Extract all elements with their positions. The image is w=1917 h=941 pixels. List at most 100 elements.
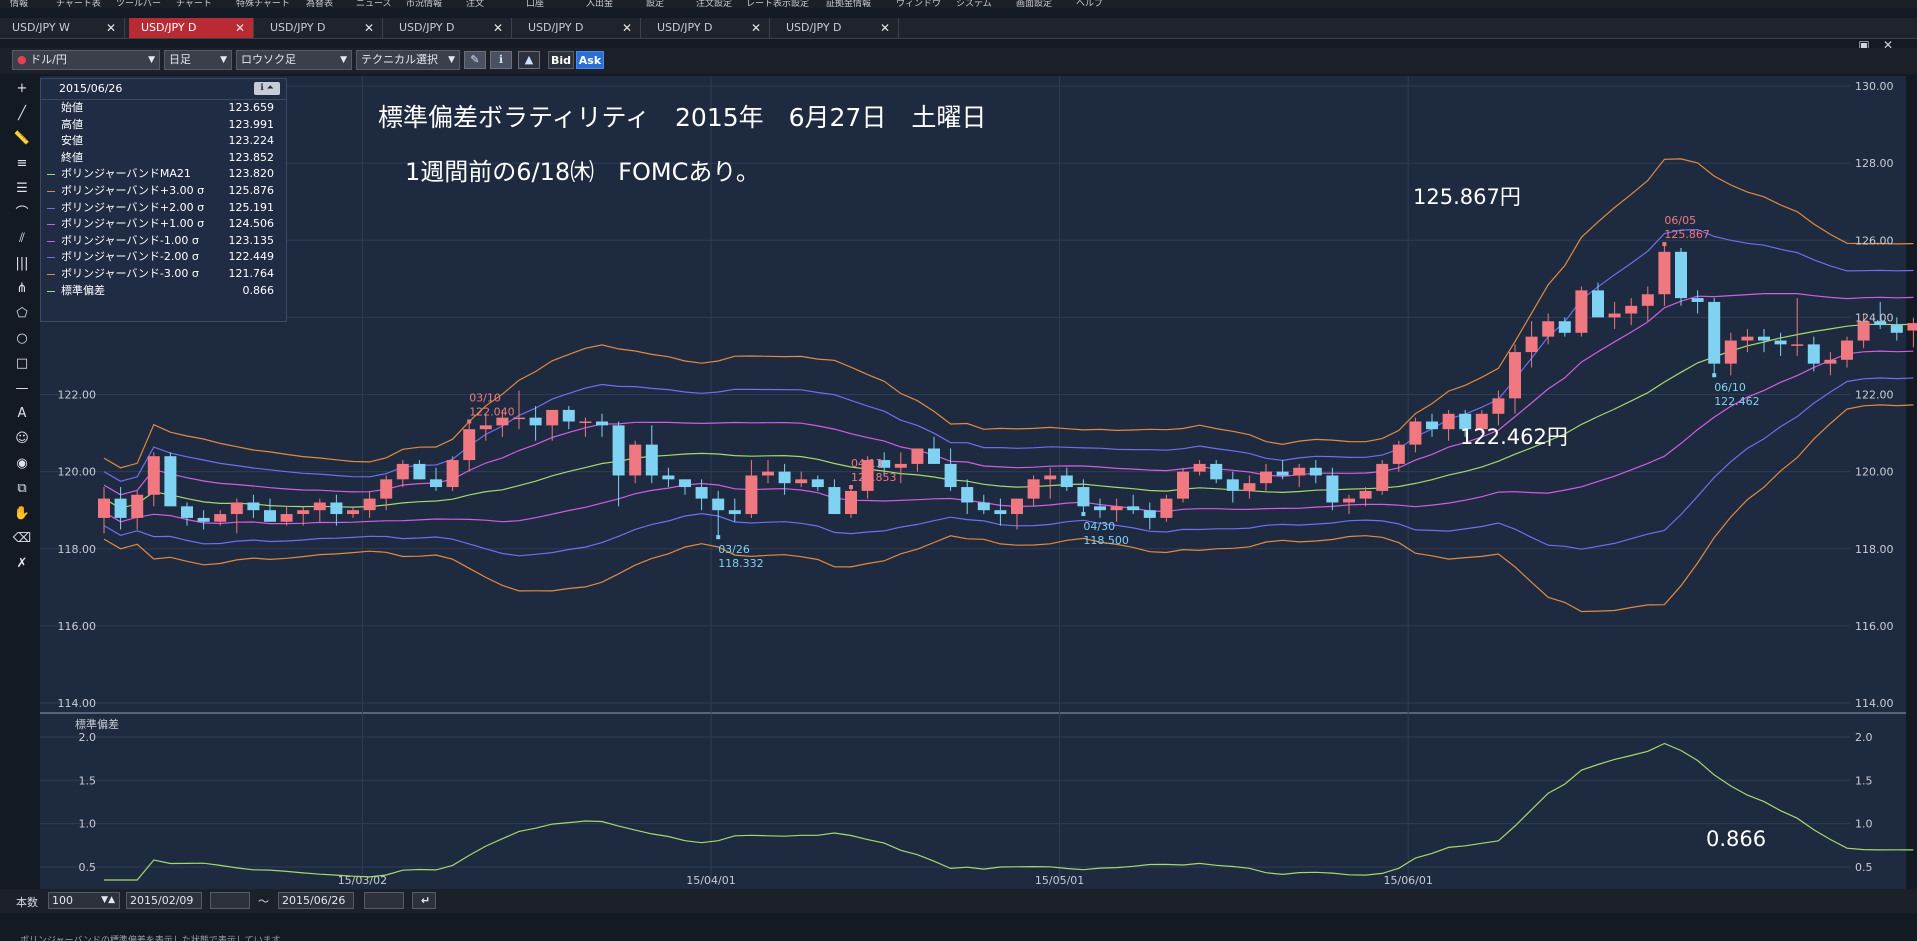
point-value: 118.332	[718, 557, 764, 570]
candle-body	[1376, 463, 1389, 491]
date-from-input[interactable]: 2015/02/09	[126, 892, 202, 909]
info-row-value: 125.191	[228, 200, 275, 214]
info-row-value: 122.449	[228, 250, 275, 264]
low-price-annotation[interactable]: 122.462円	[1460, 421, 1568, 451]
candle-body	[911, 448, 924, 464]
candle-body	[894, 463, 907, 468]
candle-body	[1558, 321, 1571, 333]
candle-body	[529, 417, 542, 426]
date-tick: 15/06/01	[1383, 874, 1432, 887]
point-value: 125.867	[1664, 228, 1710, 241]
info-row-value: 123.991	[228, 117, 275, 131]
stddev-tick-right: 1.0	[1855, 818, 1873, 831]
info-row-label: ボリンジャーバンド-2.00 σ	[61, 250, 199, 264]
candle-body	[1741, 336, 1754, 341]
candle-body	[479, 425, 492, 430]
stddev-tick-left: 1.5	[79, 774, 97, 787]
info-row: ボリンジャーバンド-1.00 σ 123.135	[41, 233, 286, 250]
candle-body	[1127, 506, 1140, 511]
stddev-tick-right: 0.5	[1855, 861, 1873, 874]
point-value: 122.462	[1714, 395, 1760, 408]
info-row: ボリンジャーバンド+2.00 σ 125.191	[41, 200, 286, 217]
candle-body	[1392, 444, 1405, 464]
chart-subtitle-annotation[interactable]: 1週間前の6/18㈭ FOMCあり。	[405, 152, 760, 187]
spin-arrows-icon[interactable]: ▼▲	[101, 893, 115, 908]
time-to-input[interactable]	[364, 892, 404, 909]
info-row: 安値 123.224	[41, 133, 286, 150]
stddev-tick-left: 1.0	[79, 818, 97, 831]
info-date: 2015/06/26	[59, 82, 123, 95]
candle-body	[1260, 471, 1272, 484]
info-row-label: ボリンジャーバンド-1.00 σ	[61, 233, 199, 247]
ohlc-info-panel: 2015/06/26 ℹ ⏶ 始値 123.659 高値 123.991 安値 123.2…	[40, 78, 287, 322]
high-price-annotation[interactable]: 125.867円	[1413, 181, 1521, 211]
candle-body	[164, 456, 177, 507]
candle-body	[1542, 321, 1555, 337]
point-value: 122.040	[469, 405, 515, 418]
time-from-input[interactable]	[210, 892, 250, 909]
candle-body	[1110, 506, 1123, 511]
extreme-marker	[1712, 373, 1717, 378]
date-to-input[interactable]: 2015/06/26	[278, 892, 354, 909]
candle-body	[313, 502, 326, 511]
range-tilde: ～	[258, 895, 269, 908]
candle-body	[297, 510, 310, 515]
candle-body	[1160, 498, 1173, 518]
candle-body	[197, 517, 210, 522]
candle-body	[98, 498, 110, 518]
bar-count-input[interactable]: 100 ▼▲	[48, 892, 120, 909]
date-to-value: 2015/06/26	[282, 894, 346, 907]
candle-body	[1592, 290, 1604, 318]
candle-body	[114, 498, 127, 518]
candle-body	[562, 409, 575, 422]
candle-body	[1608, 313, 1621, 318]
candle-body	[1525, 336, 1538, 353]
price-tick-right: 124.00	[1855, 311, 1894, 324]
candle-body	[181, 506, 193, 518]
stddev-tick-right: 2.0	[1855, 731, 1873, 744]
candle-body	[928, 448, 940, 464]
extreme-marker	[716, 535, 721, 540]
info-row-label: 終値	[61, 150, 83, 164]
candle-body	[795, 479, 808, 484]
series-swatch	[47, 257, 55, 259]
info-toggle-icon[interactable]: ℹ ⏶	[254, 82, 280, 95]
price-tick-left: 118.00	[58, 543, 97, 556]
extreme-marker	[1662, 242, 1667, 247]
stddev-tick-left: 0.5	[79, 861, 97, 874]
chart-title-annotation[interactable]: 標準偏差ボラティリティ 2015年 6月27日 土曜日	[378, 98, 986, 134]
candle-body	[1824, 359, 1837, 364]
return-icon[interactable]: ↵	[412, 892, 436, 909]
point-value: 120.853	[851, 471, 897, 484]
price-tick-left: 116.00	[58, 620, 97, 633]
candle-body	[1807, 344, 1820, 364]
candle-body	[977, 502, 990, 511]
info-row: 高値 123.991	[41, 117, 286, 134]
candle-body	[1841, 340, 1853, 360]
point-date: 03/26	[718, 543, 750, 556]
stddev-value-annotation[interactable]: 0.866	[1706, 827, 1766, 851]
candle-body	[811, 479, 824, 488]
info-row: 標準偏差 0.866	[41, 283, 286, 300]
info-row-value: 123.135	[228, 233, 275, 247]
candle-body	[961, 487, 974, 503]
candle-body	[1177, 471, 1189, 499]
candle-body	[446, 460, 459, 488]
candle-body	[1293, 467, 1306, 476]
candle-body	[1193, 463, 1206, 472]
price-tick-left: 122.00	[58, 389, 97, 402]
status-bar: 本数 100 ▼▲ 2015/02/09 ～ 2015/06/26 ↵	[0, 889, 1917, 913]
candle-body	[1027, 479, 1040, 499]
candle-body	[1077, 487, 1090, 507]
point-date: 03/10	[469, 391, 501, 404]
candle-body	[1658, 251, 1671, 295]
info-row-label: ボリンジャーバンド+2.00 σ	[61, 200, 205, 214]
price-tick-right: 126.00	[1855, 234, 1894, 247]
chart-area[interactable]: 03/10122.040 03/26118.332 04/13120.853 04/3…	[0, 0, 1917, 941]
candle-body	[347, 510, 359, 515]
date-tick: 15/04/01	[686, 874, 735, 887]
price-tick-right: 118.00	[1855, 543, 1894, 556]
bar-count-value: 100	[52, 894, 73, 907]
candle-body	[1791, 344, 1804, 346]
candle-body	[762, 471, 774, 476]
